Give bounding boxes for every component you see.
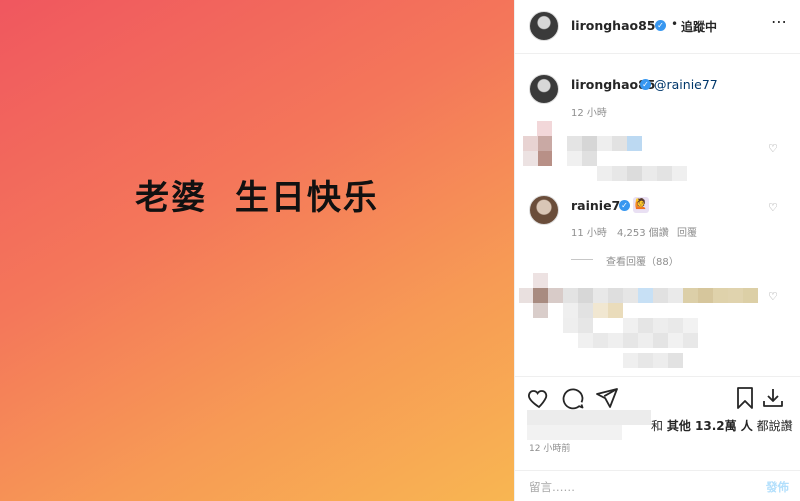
comment-input[interactable]: 留言…… (529, 479, 575, 495)
post-comment-button[interactable]: 發佈 (766, 479, 789, 495)
caption-mention-link[interactable]: @rainie77 (654, 77, 718, 92)
following-button[interactable]: 追蹤中 (681, 18, 717, 35)
author-username[interactable]: lironghao85 (571, 18, 656, 33)
like-heart-icon[interactable] (527, 386, 551, 410)
likes-and-text: 和 (651, 419, 664, 433)
comment-input-bar: 留言…… 發佈 (515, 470, 800, 501)
blurred-liker-names (527, 410, 651, 440)
comment-timestamp[interactable]: 11 小時 (571, 224, 607, 239)
verified-badge-icon: ✓ (640, 79, 651, 90)
view-replies-button[interactable]: 查看回覆（88） (606, 253, 679, 268)
post-media[interactable]: 老婆 生日快乐 (0, 0, 514, 501)
caption-author-avatar[interactable] (529, 74, 559, 104)
comment-like-count[interactable]: 4,253 個讚 (617, 224, 669, 239)
view-replies-divider (571, 259, 593, 260)
post-side-panel: lironghao85 ✓ • 追蹤中 ⋯ lironghao85 ✓ @rai… (514, 0, 800, 501)
like-comment-heart-icon[interactable]: ♡ (768, 142, 778, 155)
share-paper-plane-icon[interactable] (595, 386, 619, 410)
like-comment-heart-icon[interactable]: ♡ (768, 290, 778, 303)
blurred-comment (523, 121, 693, 181)
more-options-icon[interactable]: ⋯ (771, 12, 788, 31)
save-bookmark-icon[interactable] (733, 386, 757, 410)
commenter-avatar[interactable] (529, 195, 559, 225)
comment-bubble-icon[interactable] (561, 386, 585, 410)
likes-suffix: 都說讚 (756, 419, 793, 433)
verified-badge-icon: ✓ (619, 200, 630, 211)
media-caption-text: 老婆 生日快乐 (135, 178, 379, 218)
like-comment-heart-icon[interactable]: ♡ (768, 201, 778, 214)
likes-others-count[interactable]: 其他 13.2萬 人 (667, 419, 753, 433)
likes-summary[interactable]: 和 其他 13.2萬 人 都說讚 (651, 417, 793, 434)
post-header: lironghao85 ✓ • 追蹤中 ⋯ (515, 0, 800, 54)
post-timestamp[interactable]: 12 小時前 (529, 441, 570, 454)
raising-hand-emoji-icon: 🙋 (633, 197, 649, 213)
download-icon[interactable] (761, 386, 785, 410)
verified-badge-icon: ✓ (655, 20, 666, 31)
blurred-comment (519, 273, 759, 373)
author-avatar[interactable] (529, 11, 559, 41)
header-separator: • (671, 17, 679, 31)
caption-timestamp[interactable]: 12 小時 (571, 104, 607, 119)
reply-button[interactable]: 回覆 (677, 224, 697, 239)
